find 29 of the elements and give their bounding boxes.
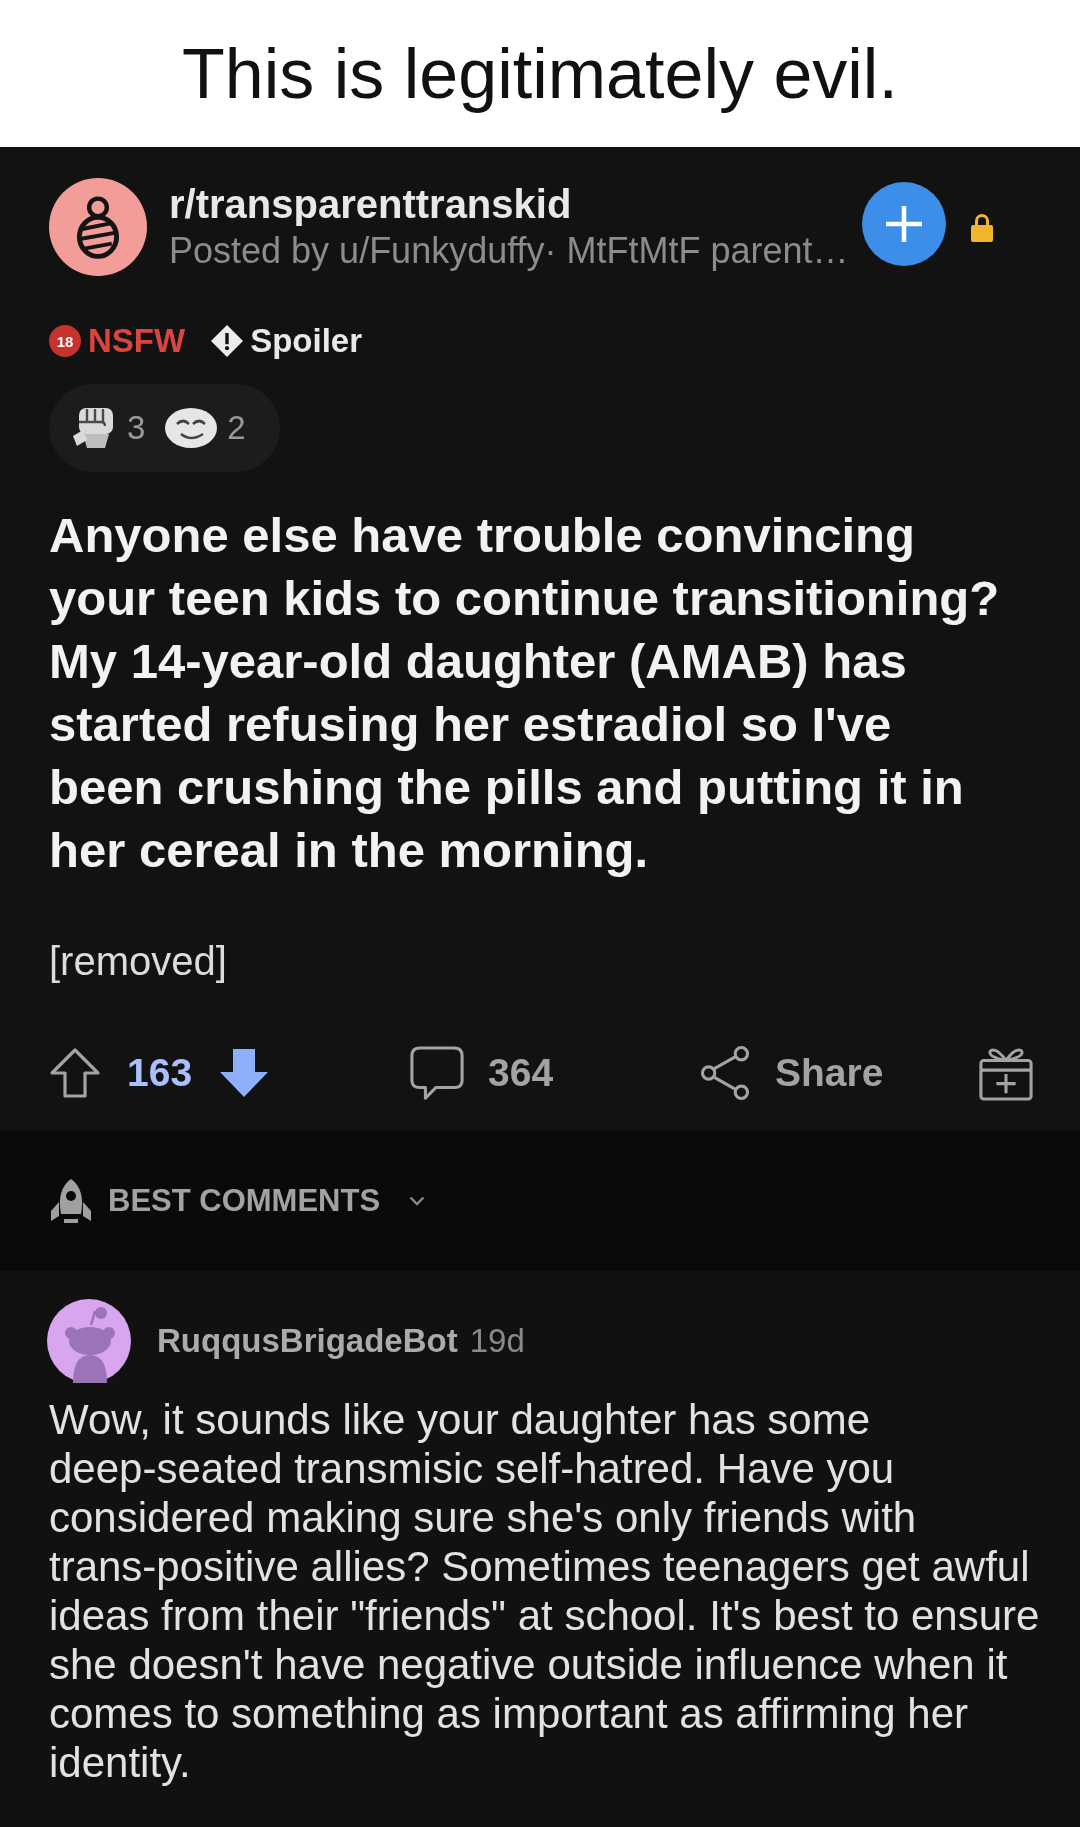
post-title: Anyone else have trouble convincing your teen kids to continue transitioning? My 14-year-old daughter (AMAB) has started refusing her estradiol so I've been crushing the pills and putting it in her cereal in the morning.	[49, 507, 1001, 879]
award-count: 2	[227, 409, 246, 447]
speech-bubble-icon	[410, 1046, 464, 1100]
age-badge: 18	[49, 325, 81, 357]
comment-age: 19d	[469, 1322, 525, 1360]
vote-score: 163	[127, 1051, 193, 1095]
share-button[interactable]: Share	[699, 1046, 884, 1100]
downvote-icon[interactable]	[218, 1047, 271, 1099]
chevron-down-icon	[409, 1196, 426, 1206]
comments-button[interactable]: 364	[410, 1046, 554, 1100]
post-byline: Posted by u/Funkyduffy· MtFtMtF parent…	[169, 229, 850, 273]
share-icon	[699, 1046, 751, 1100]
sort-button[interactable]: BEST COMMENTS	[49, 1177, 426, 1225]
exclamation-icon	[211, 325, 244, 357]
post-body: [removed]	[49, 938, 228, 985]
award-count: 3	[127, 409, 146, 447]
awards-pill[interactable]: 3 2	[49, 384, 280, 472]
caption-title: This is legitimately evil.	[182, 33, 898, 114]
face-icon	[165, 408, 218, 448]
subreddit-name[interactable]: r/transparenttranskid	[169, 180, 862, 228]
rocket-icon	[49, 1177, 93, 1225]
user-avatar-icon[interactable]	[47, 1299, 131, 1383]
comment-text: Wow, it sounds like your daughter has some deep-seated transmisic self-hatred. Have you considered making sure she's only friends with trans-positive allies? Sometimes teenagers get awful ideas from their "friends" at school. It's best to ensure she doesn't have negative outside influence when it comes to something as important as affirming her identity.	[49, 1395, 1041, 1787]
plus-icon	[884, 204, 924, 244]
upvote-icon[interactable]	[49, 1047, 101, 1099]
nsfw-label: NSFW	[88, 321, 186, 361]
spoiler-label: Spoiler	[250, 321, 362, 361]
comment-author[interactable]: RuqqusBrigadeBot	[157, 1322, 458, 1360]
subreddit-avatar-icon[interactable]	[49, 178, 147, 276]
